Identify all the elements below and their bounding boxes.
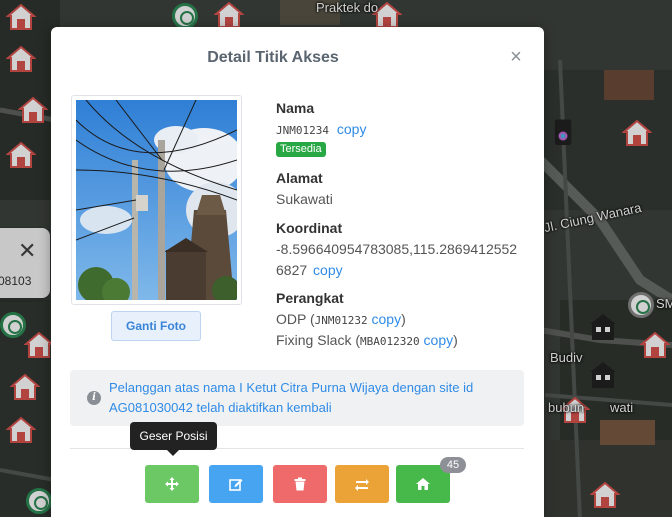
change-photo-button[interactable]: Ganti Foto bbox=[111, 311, 201, 341]
koordinat-value-line2: 6827 copy bbox=[276, 262, 343, 278]
koordinat-value-line1: -8.596640954783085,115.2869412552 bbox=[276, 241, 518, 257]
move-icon bbox=[165, 477, 179, 491]
detail-modal: Detail Titik Akses × Ganti Foto Nama JNM… bbox=[51, 27, 544, 517]
modal-title: Detail Titik Akses bbox=[207, 49, 339, 66]
perangkat-label: Perangkat bbox=[276, 290, 344, 306]
copy-coordinate-link[interactable]: copy bbox=[313, 262, 343, 278]
slack-code: MBA012320 bbox=[360, 335, 420, 348]
copy-slack-link[interactable]: copy bbox=[424, 332, 454, 348]
swap-icon bbox=[355, 479, 369, 491]
edit-icon bbox=[229, 479, 243, 491]
swap-button[interactable] bbox=[335, 465, 389, 503]
status-badge: Tersedia bbox=[276, 142, 326, 157]
info-icon: i bbox=[87, 391, 101, 405]
koordinat-label: Koordinat bbox=[276, 220, 343, 236]
alamat-value: Sukawati bbox=[276, 191, 333, 207]
copy-code-link[interactable]: copy bbox=[337, 121, 367, 137]
trash-icon bbox=[294, 477, 306, 491]
move-button[interactable] bbox=[145, 465, 199, 503]
nama-label: Nama bbox=[276, 100, 315, 116]
home-icon bbox=[416, 478, 430, 490]
odp-code: JNM01232 bbox=[314, 314, 368, 327]
odp-suffix: ) bbox=[401, 311, 406, 327]
close-button[interactable]: × bbox=[506, 47, 526, 67]
delete-button[interactable] bbox=[273, 465, 327, 503]
koordinat-value-tail: 6827 bbox=[276, 262, 308, 278]
notice-text: Pelanggan atas nama I Ketut Citra Purna … bbox=[109, 380, 474, 415]
access-point-photo bbox=[71, 95, 242, 305]
pole-photo-image bbox=[76, 100, 237, 300]
info-notice: i Pelanggan atas nama I Ketut Citra Purn… bbox=[70, 370, 524, 426]
home-count-badge: 45 bbox=[440, 457, 466, 473]
move-tooltip: Geser Posisi bbox=[130, 422, 217, 456]
odp-prefix: ODP ( bbox=[276, 311, 315, 327]
alamat-label: Alamat bbox=[276, 170, 323, 186]
nama-value: JNM01234 copy bbox=[276, 121, 366, 137]
odp-row: ODP (JNM01232 copy) bbox=[276, 311, 406, 327]
slack-row: Fixing Slack (MBA012320 copy) bbox=[276, 332, 458, 348]
copy-odp-link[interactable]: copy bbox=[372, 311, 402, 327]
slack-suffix: ) bbox=[453, 332, 458, 348]
access-point-code: JNM01234 bbox=[276, 124, 329, 137]
slack-prefix: Fixing Slack ( bbox=[276, 332, 361, 348]
edit-button[interactable] bbox=[209, 465, 263, 503]
